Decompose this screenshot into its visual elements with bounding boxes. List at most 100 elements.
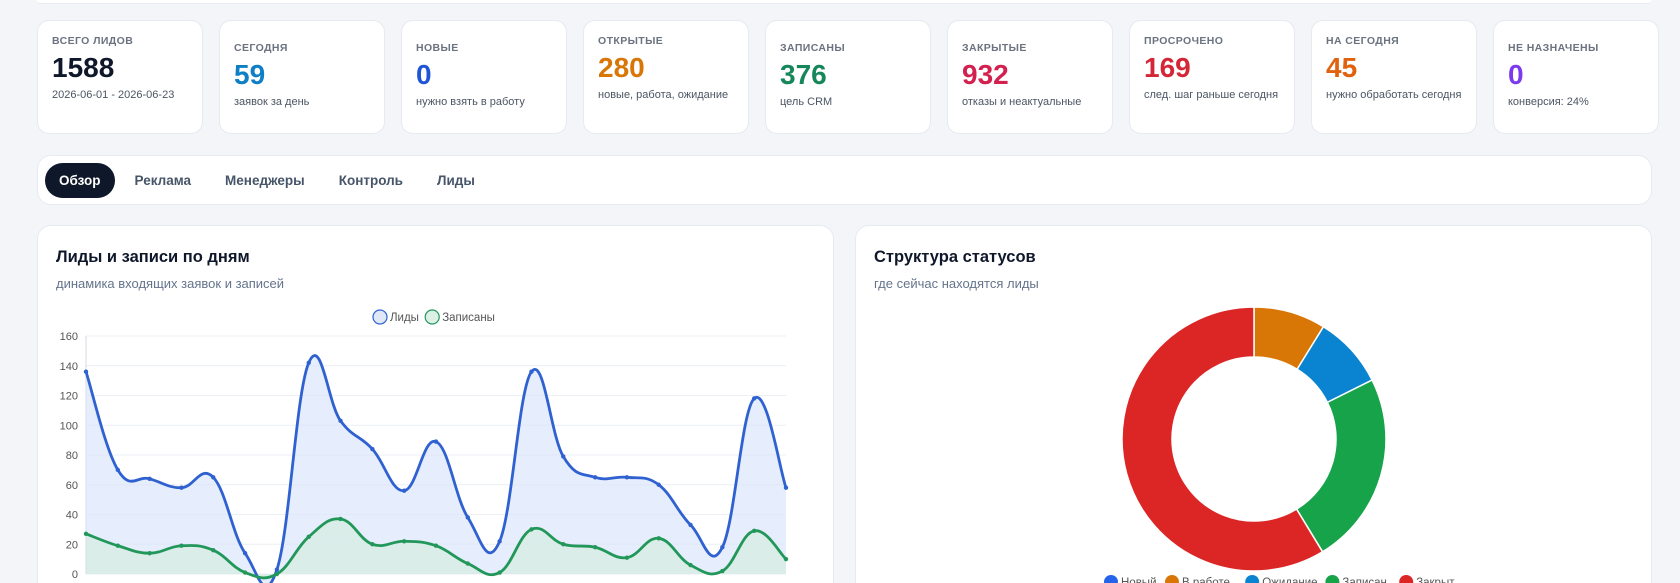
data-point [306, 360, 311, 365]
tab-bar: Обзор Реклама Менеджеры Контроль Лиды [37, 155, 1652, 205]
legend-marker [1245, 575, 1260, 583]
donut-chart: Новый В работе Ожидание Записан Закрыт [1104, 306, 1455, 583]
data-point [274, 567, 280, 572]
kpi-sub: новые, работа, ожидание [598, 88, 729, 101]
data-point [401, 488, 407, 493]
legend-label: Ожидание [1262, 577, 1317, 583]
kpi-sub: заявок за день [234, 95, 310, 108]
tab-control[interactable]: Контроль [325, 163, 417, 198]
legend-marker [1104, 575, 1118, 583]
kpi-sub: цель CRM [780, 95, 833, 108]
legend-label: Лиды [390, 312, 419, 324]
kpi-label: ПРОСРОЧЕНО [1144, 35, 1224, 47]
kpi-card-overdue: ПРОСРОЧЕНО 169 след. шаг раньше сегодня [1129, 20, 1295, 134]
kpi-card-for-today: НА СЕГОДНЯ 45 нужно обработать сегодня [1311, 20, 1477, 134]
kpi-sub: отказы и неактуальные [962, 95, 1082, 108]
legend-marker [424, 309, 440, 325]
leads-chart-panel: Лиды и записи по дням динамика входящих … [37, 225, 834, 583]
data-point [179, 485, 184, 490]
kpi-card-today: СЕГОДНЯ 59 заявок за день [219, 20, 385, 134]
kpi-value: 1588 [52, 52, 115, 83]
data-point [656, 536, 661, 541]
data-point [561, 542, 566, 547]
legend-label: Закрыт [1416, 577, 1455, 583]
legend-marker [1165, 575, 1179, 583]
kpi-label: НА СЕГОДНЯ [1326, 35, 1400, 47]
y-tick-label: 120 [60, 391, 78, 403]
kpi-label: НЕ НАЗНАЧЕНЫ [1508, 42, 1599, 54]
data-point [720, 545, 725, 550]
legend-label: Новый [1121, 577, 1157, 583]
data-point [497, 570, 502, 575]
data-point [561, 454, 566, 459]
kpi-value: 376 [780, 59, 827, 90]
y-tick-label: 100 [60, 420, 78, 432]
data-point [751, 528, 757, 534]
data-point [529, 527, 534, 532]
kpi-row: ВСЕГО ЛИДОВ 1588 2026-06-01 - 2026-06-23… [37, 20, 1659, 134]
kpi-card-unassigned: НЕ НАЗНАЧЕНЫ 0 конверсия: 24% [1493, 20, 1659, 134]
y-tick-label: 160 [60, 331, 78, 343]
data-point [115, 543, 121, 548]
tab-leads[interactable]: Лиды [423, 163, 489, 198]
kpi-label: НОВЫЕ [416, 42, 459, 54]
legend-label: Записаны [442, 312, 495, 324]
data-point [688, 522, 693, 528]
legend-label: В работе [1182, 577, 1230, 583]
kpi-sub: след. шаг раньше сегодня [1144, 88, 1279, 101]
data-point [370, 542, 375, 547]
kpi-card-closed: ЗАКРЫТЫЕ 932 отказы и неактуальные [947, 20, 1113, 134]
data-point [401, 539, 407, 544]
kpi-value: 169 [1144, 52, 1191, 83]
data-point [211, 548, 216, 553]
data-point [592, 545, 598, 550]
kpi-card-new: НОВЫЕ 0 нужно взять в работу [401, 20, 567, 134]
data-point [433, 543, 439, 548]
data-point [147, 550, 152, 556]
kpi-sub: нужно взять в работу [416, 95, 525, 108]
data-point [115, 467, 121, 473]
kpi-value: 0 [416, 59, 432, 90]
data-point [751, 396, 757, 401]
data-point [83, 369, 89, 374]
data-point [656, 482, 661, 487]
kpi-value: 280 [598, 52, 645, 83]
kpi-card-total: ВСЕГО ЛИДОВ 1588 2026-06-01 - 2026-06-23 [37, 20, 203, 134]
data-point [465, 515, 471, 520]
kpi-sub: конверсия: 24% [1508, 95, 1589, 108]
kpi-label: ЗАПИСАНЫ [780, 42, 846, 54]
data-point [179, 543, 184, 548]
line-chart: 0 20 40 60 80 100 120 140 160 Лиды Записаны [60, 309, 789, 583]
y-tick-label: 0 [72, 569, 78, 581]
kpi-sub: 2026-06-01 - 2026-06-23 [52, 88, 175, 101]
tab-managers[interactable]: Менеджеры [211, 163, 319, 198]
data-point [497, 539, 502, 544]
data-point [624, 555, 630, 560]
kpi-sub: нужно обработать сегодня [1326, 88, 1462, 101]
data-point [83, 531, 89, 537]
data-point [242, 570, 248, 575]
legend-marker [372, 309, 388, 325]
data-point [274, 571, 280, 577]
y-tick-label: 60 [66, 480, 78, 492]
kpi-value: 45 [1326, 52, 1358, 83]
data-point [624, 475, 630, 480]
data-point [592, 475, 598, 480]
data-point [688, 562, 693, 568]
data-point [783, 556, 789, 562]
kpi-value: 932 [962, 59, 1009, 90]
data-point [147, 476, 152, 481]
legend-marker [1325, 575, 1340, 583]
kpi-card-booked: ЗАПИСАНЫ 376 цель CRM [765, 20, 931, 134]
tab-overview[interactable]: Обзор [45, 162, 115, 198]
data-point [338, 418, 343, 423]
data-point [433, 439, 439, 444]
y-tick-label: 40 [66, 510, 78, 522]
kpi-label: СЕГОДНЯ [234, 42, 288, 54]
data-point [529, 369, 534, 374]
tab-ads[interactable]: Реклама [121, 163, 206, 198]
top-edge [36, 0, 1652, 4]
kpi-label: ВСЕГО ЛИДОВ [52, 35, 134, 47]
kpi-label: ОТКРЫТЫЕ [598, 35, 664, 47]
data-point [465, 561, 471, 566]
